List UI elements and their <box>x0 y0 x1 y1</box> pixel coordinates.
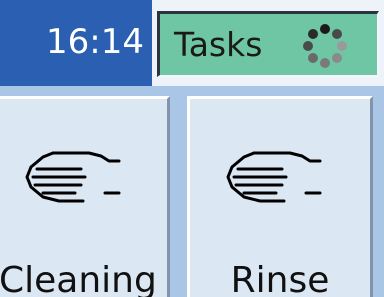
program-panel: Cleaning Rinse <box>0 86 384 297</box>
program-label: Cleaning <box>0 260 157 297</box>
tasks-button[interactable]: Tasks <box>157 11 379 77</box>
program-tile-cleaning[interactable]: Cleaning <box>0 96 170 297</box>
program-label: Rinse <box>230 260 330 297</box>
clock-time: 16:14 <box>46 22 144 62</box>
clock-panel: 16:14 <box>0 0 152 86</box>
top-bar: 16:14 Tasks <box>0 0 384 86</box>
loading-spinner-icon <box>303 24 347 68</box>
program-tile-rinse[interactable]: Rinse <box>187 96 373 297</box>
hand-icon <box>226 151 322 203</box>
hand-icon <box>25 151 121 203</box>
tasks-button-label: Tasks <box>174 25 263 64</box>
